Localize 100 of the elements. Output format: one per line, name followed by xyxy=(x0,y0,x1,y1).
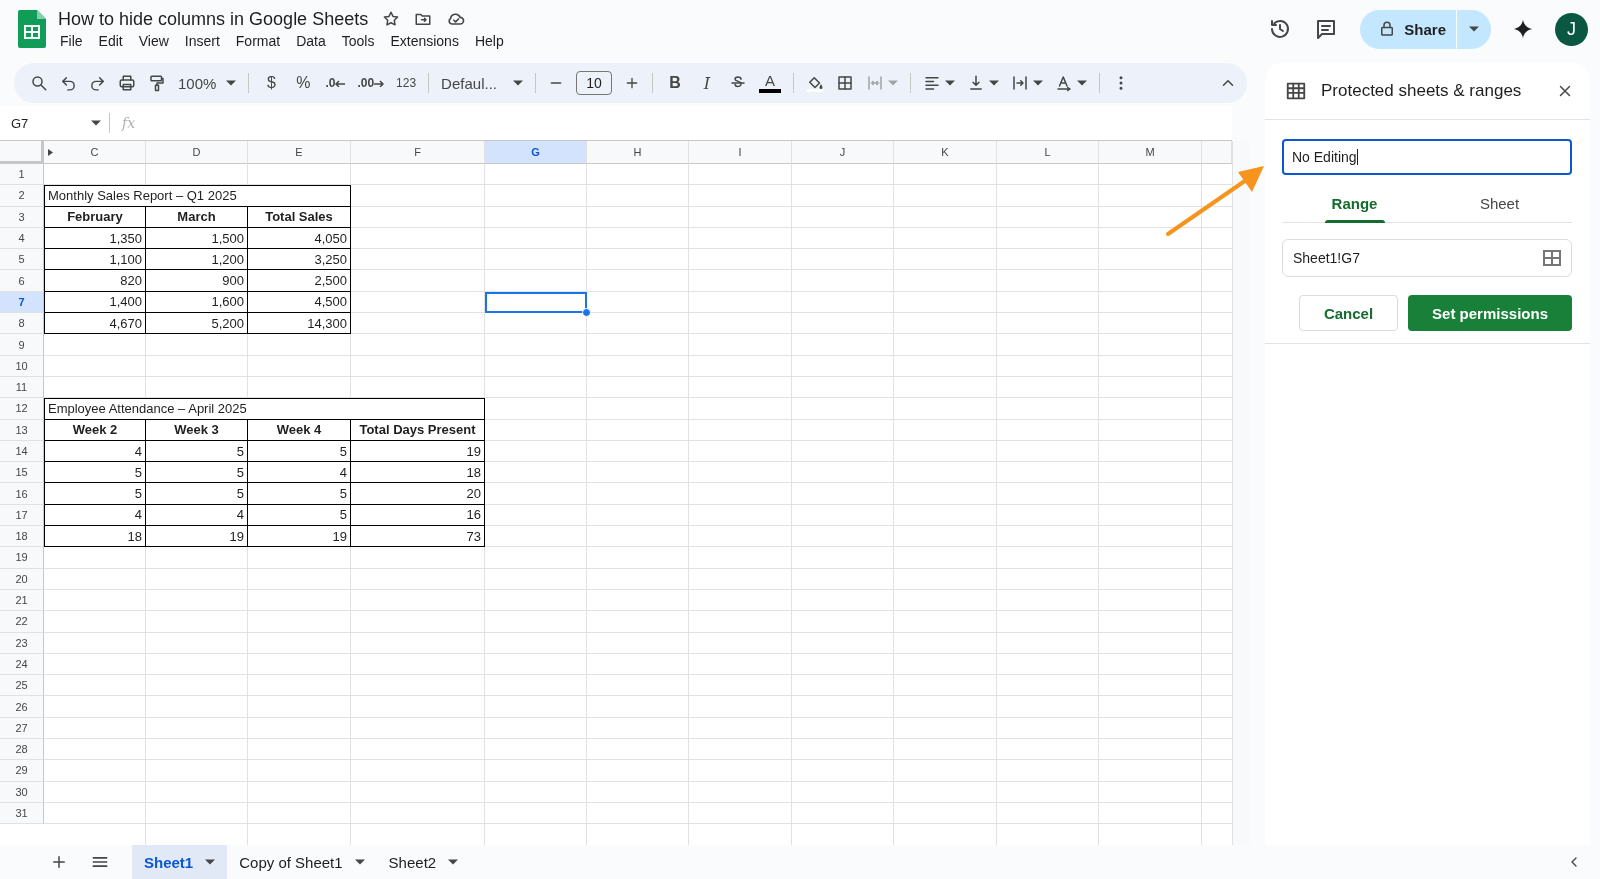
row-header[interactable]: 29 xyxy=(0,760,44,782)
row-header[interactable]: 18 xyxy=(0,526,44,548)
fill-color-icon[interactable] xyxy=(806,74,824,92)
column-header[interactable]: M xyxy=(1099,141,1202,164)
plus-icon[interactable] xyxy=(624,75,640,91)
redo-icon[interactable] xyxy=(89,74,106,92)
column-header[interactable]: E xyxy=(248,141,351,164)
text-wrap-icon[interactable] xyxy=(1011,74,1029,92)
row-header[interactable]: 2 xyxy=(0,185,44,207)
star-icon[interactable] xyxy=(382,10,401,28)
number-format[interactable]: 123 xyxy=(396,76,417,90)
row-header[interactable]: 19 xyxy=(0,547,44,569)
cancel-button[interactable]: Cancel xyxy=(1298,295,1399,331)
add-sheet-icon[interactable] xyxy=(50,853,68,871)
caret-icon[interactable] xyxy=(1033,80,1043,86)
column-header[interactable]: J xyxy=(792,141,894,164)
panel-tab[interactable]: Range xyxy=(1282,185,1427,222)
row-header[interactable]: 30 xyxy=(0,781,44,803)
row-header[interactable]: 21 xyxy=(0,589,44,612)
row-header[interactable]: 28 xyxy=(0,739,44,761)
table-icon[interactable] xyxy=(1285,80,1307,102)
caret-icon[interactable] xyxy=(91,120,101,126)
caret-icon[interactable] xyxy=(448,859,459,865)
menu-item[interactable]: File xyxy=(58,31,91,50)
column-header[interactable]: I xyxy=(689,141,792,164)
row-header[interactable]: 4 xyxy=(0,227,44,250)
sheet-tab[interactable]: Copy of Sheet1 xyxy=(227,845,377,879)
sparkle-icon[interactable] xyxy=(1513,19,1533,39)
panel-tab[interactable]: Sheet xyxy=(1427,185,1572,222)
menu-item[interactable]: Edit xyxy=(90,31,131,50)
set-permissions-button[interactable]: Set permissions xyxy=(1408,295,1572,331)
row-header[interactable]: 25 xyxy=(0,675,44,697)
font-dropdown[interactable]: Defaul... xyxy=(441,74,523,92)
sheet-tab[interactable]: Sheet1 xyxy=(132,845,228,879)
decrease-decimals-button[interactable]: .0 xyxy=(325,76,346,90)
row-header[interactable]: 7 xyxy=(0,291,44,314)
borders-icon[interactable] xyxy=(836,74,854,92)
row-header[interactable]: 23 xyxy=(0,632,44,654)
caret-icon[interactable] xyxy=(1077,80,1087,86)
menu-item[interactable]: Tools xyxy=(333,31,383,50)
row-header[interactable]: 6 xyxy=(0,270,44,292)
share-caret-icon[interactable] xyxy=(1469,26,1479,32)
menu-item[interactable]: View xyxy=(130,31,177,50)
row-header[interactable]: 1 xyxy=(0,164,44,186)
expand-arrow-icon[interactable] xyxy=(48,148,53,156)
document-title[interactable]: How to hide columns in Google Sheets xyxy=(58,8,369,30)
row-header[interactable]: 12 xyxy=(0,398,44,420)
menu-item[interactable]: Data xyxy=(288,31,334,50)
row-header[interactable]: 27 xyxy=(0,717,44,739)
row-header[interactable]: 15 xyxy=(0,462,44,484)
align-left-icon[interactable] xyxy=(923,74,941,92)
align-bottom-icon[interactable] xyxy=(967,74,985,92)
currency-format[interactable]: $ xyxy=(261,74,282,92)
row-header[interactable]: 3 xyxy=(0,206,44,228)
row-header[interactable]: 31 xyxy=(0,802,44,825)
sheets-logo[interactable] xyxy=(18,10,46,48)
row-header[interactable]: 26 xyxy=(0,696,44,718)
description-field[interactable]: No Editing xyxy=(1282,139,1572,175)
share-button[interactable]: Share xyxy=(1360,9,1491,49)
column-header[interactable]: F xyxy=(351,141,485,164)
row-header[interactable]: 22 xyxy=(0,611,44,633)
row-header[interactable]: 16 xyxy=(0,483,44,505)
zoom-dropdown[interactable]: 100% xyxy=(178,74,237,92)
increase-decimals-button[interactable]: .00 xyxy=(357,76,385,90)
menu-item[interactable]: Help xyxy=(466,31,512,50)
caret-icon[interactable] xyxy=(945,80,955,86)
row-header[interactable]: 5 xyxy=(0,249,44,271)
column-header[interactable]: C xyxy=(44,141,146,164)
search-icon[interactable] xyxy=(30,74,48,92)
grid-select-icon[interactable] xyxy=(1543,250,1561,266)
sheet-tab[interactable]: Sheet2 xyxy=(376,845,471,879)
merge-cells-icon[interactable] xyxy=(866,74,884,92)
font-size-field[interactable]: 10 xyxy=(576,71,612,95)
row-header[interactable]: 14 xyxy=(0,440,44,463)
row-header[interactable]: 9 xyxy=(0,334,44,356)
row-header[interactable]: 20 xyxy=(0,568,44,590)
bold-button[interactable]: B xyxy=(665,74,685,92)
row-header[interactable]: 17 xyxy=(0,504,44,527)
menu-item[interactable]: Insert xyxy=(176,31,228,50)
row-header[interactable]: 11 xyxy=(0,376,44,399)
menu-item[interactable]: Extensions xyxy=(382,31,467,50)
caret-icon[interactable] xyxy=(226,80,237,86)
undo-icon[interactable] xyxy=(60,74,77,92)
column-header[interactable]: G xyxy=(485,141,587,164)
row-header[interactable]: 10 xyxy=(0,355,44,377)
caret-icon[interactable] xyxy=(354,859,365,865)
caret-icon[interactable] xyxy=(513,80,523,86)
column-header[interactable]: K xyxy=(894,141,997,164)
row-header[interactable]: 24 xyxy=(0,653,44,676)
column-header[interactable]: H xyxy=(587,141,689,164)
avatar[interactable]: J xyxy=(1555,12,1588,46)
caret-icon[interactable] xyxy=(989,80,999,86)
row-header[interactable]: 13 xyxy=(0,419,44,441)
text-rotation-icon[interactable] xyxy=(1055,74,1073,92)
range-field[interactable]: Sheet1!G7 xyxy=(1282,239,1572,277)
column-header[interactable]: D xyxy=(146,141,248,164)
italic-button[interactable]: I xyxy=(697,73,717,93)
print-icon[interactable] xyxy=(118,74,136,92)
menu-item[interactable]: Format xyxy=(227,31,289,50)
text-color-button[interactable]: A xyxy=(759,73,781,93)
